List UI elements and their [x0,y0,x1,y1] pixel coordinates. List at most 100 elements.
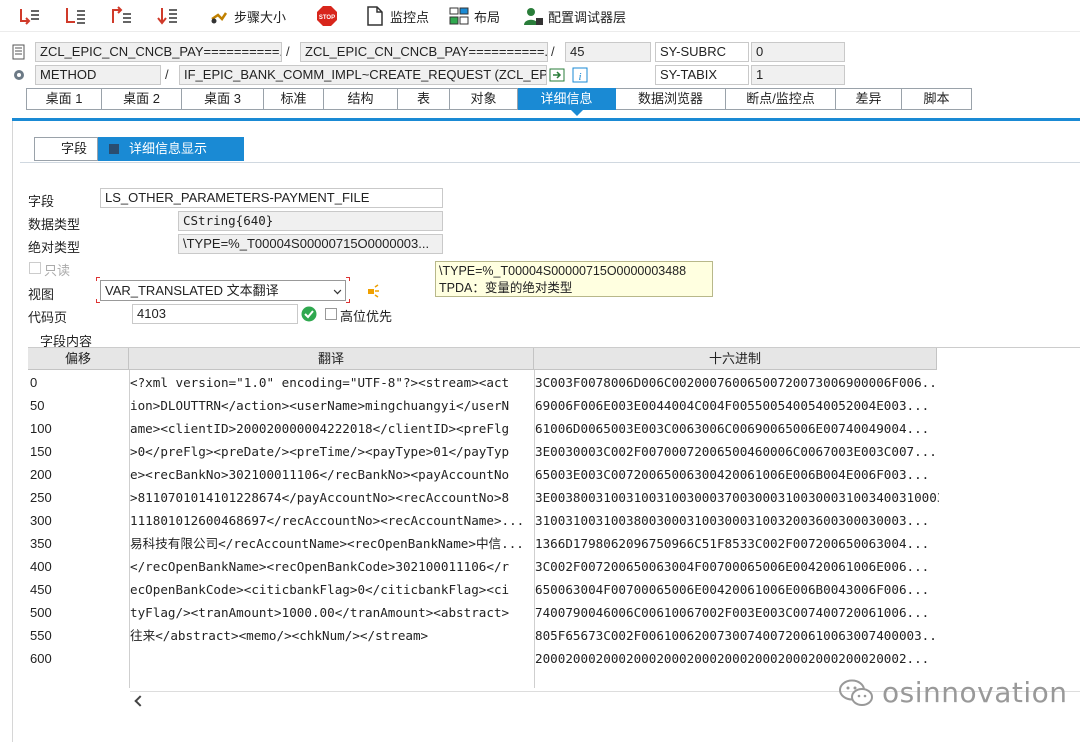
select-corner-mark [96,299,100,303]
tab-item[interactable]: 数据浏览器 [616,88,726,110]
tab-item[interactable]: 桌面 3 [182,88,264,110]
tab-item[interactable]: 详细信息 [518,88,616,110]
return-button[interactable] [110,3,132,29]
sysvar1-value-field[interactable]: 0 [751,42,845,62]
navigate-icon[interactable] [549,67,565,83]
translation-cell: 往来</abstract><memo/><chkNum/></stream> [130,628,429,643]
translation-cell: e><recBankNo>302100011106</recBankNo><pa… [130,467,510,482]
watchpoint-label: 监控点 [390,9,430,25]
translation-cell: 易科技有限公司</recAccountName><recOpenBankName… [130,536,524,551]
layout-button[interactable]: 布局 [448,3,500,29]
field-name-input[interactable]: LS_OTHER_PARAMETERS-PAYMENT_FILE [100,188,443,208]
line-number-field[interactable]: 45 [565,42,651,62]
hex-cell: 61006D0065003E003C0063006C00690065006E00… [535,421,930,436]
table-row[interactable]: 400 </recOpenBankName><recOpenBankCode>30… [28,555,1080,578]
chevron-left-icon[interactable] [134,695,146,707]
table-row[interactable]: 100 ame><clientID>200020000004222018</cli… [28,417,1080,440]
table-row[interactable]: 250 >8110701014101228674</payAccountNo><r… [28,486,1080,509]
watchpoint-button[interactable]: 监控点 [364,3,429,29]
program-field[interactable]: ZCL_EPIC_CN_CNCB_PAY==========... [35,42,282,62]
program-icon [12,44,25,60]
view-label: 视图 [28,287,55,302]
chevron-down-icon [333,286,342,295]
table-row[interactable]: 350 易科技有限公司</recAccountName><recOpenBankN… [28,532,1080,555]
event-type-field[interactable]: METHOD [35,65,161,85]
readonly-label: 只读 [44,263,71,278]
table-row[interactable]: 150 >0</preFlg><preDate/><preTime/><payTy… [28,440,1080,463]
translation-cell: >0</preFlg><preDate/><preTime/><payType>… [130,444,510,459]
tab-item[interactable]: 桌面 2 [102,88,182,110]
tab-item[interactable]: 表 [398,88,450,110]
tab-item[interactable]: 脚本 [902,88,972,110]
translation-cell: <?xml version="1.0" encoding="UTF-8"?><s… [130,375,510,390]
table-row[interactable]: 600 2000200020002000200020002000200020002… [28,647,1080,670]
view-select-value: VAR_TRANSLATED 文本翻译 [105,283,279,298]
check-icon[interactable] [301,306,317,322]
event-field[interactable]: IF_EPIC_BANK_COMM_IMPL~CREATE_REQUEST (Z… [179,65,547,85]
hex-cell: 3C002F007200650063004F00700065006E004200… [535,559,930,574]
readonly-checkbox[interactable] [29,262,41,274]
debugger-toolbar: 步骤大小 STOP 监控点 布局 配置调试器层 [0,0,1080,32]
hex-cell: 7400790046006C00610067002F003E003C007400… [535,605,930,620]
tab-item[interactable]: 差异 [836,88,902,110]
step-size-button[interactable]: 步骤大小 [208,3,286,29]
codepage-input[interactable]: 4103 [132,304,298,324]
detail-subtabs: 字段 详细信息显示 [34,137,244,161]
sysvar1-name-field[interactable]: SY-SUBRC [655,42,749,62]
config-layer-button[interactable]: 配置调试器层 [522,3,626,29]
column-header-offset[interactable]: 偏移 [28,348,129,370]
codepage-label: 代码页 [28,310,68,325]
gear-icon [14,70,24,80]
tab-item[interactable]: 桌面 1 [26,88,102,110]
view-select[interactable]: VAR_TRANSLATED 文本翻译 [100,280,346,301]
step-single-button[interactable] [18,3,40,29]
table-row[interactable]: 50 ion>DLOUTTRN</action><userName>mingchu… [28,394,1080,417]
offset-cell: 600 [30,651,52,666]
highbit-checkbox[interactable] [325,308,337,320]
sysvar2-name-field[interactable]: SY-TABIX [655,65,749,85]
stop-button[interactable]: STOP [316,3,338,29]
info-icon[interactable]: i [572,67,588,83]
event-separator: / [165,67,169,82]
table-row[interactable]: 300 111801012600468697</recAccountNo><rec… [28,509,1080,532]
column-header-hex[interactable]: 十六进制 [534,348,937,370]
return-icon [112,6,131,23]
offset-cell: 250 [30,490,52,505]
translation-cell: 111801012600468697</recAccountNo><recAcc… [130,513,525,528]
continue-icon [157,8,177,25]
step-over-button[interactable] [64,3,86,29]
tab-item[interactable]: 结构 [324,88,398,110]
active-tab-pointer [571,110,583,116]
datatype-field[interactable]: CString{640} [178,211,443,231]
table-row[interactable]: 450 ecOpenBankCode><citicbankFlag>0</citi… [28,578,1080,601]
subtab-field[interactable]: 字段 [34,137,98,161]
offset-cell: 300 [30,513,52,528]
tab-item[interactable]: 断点/监控点 [726,88,836,110]
hex-cell: 805F65673C002F00610062007300740072006100… [535,628,939,643]
abstype-tooltip: \TYPE=%_T00004S00000715O0000003488 TPDA：… [435,261,713,297]
table-row[interactable]: 500 tyFlag/><tranAmount>1000.00</tranAmou… [28,601,1080,624]
column-header-translation[interactable]: 翻译 [129,348,534,370]
subtab-detail[interactable]: 详细信息显示 [98,137,244,161]
highlight-icon[interactable] [364,283,380,299]
table-row[interactable]: 200 e><recBankNo>302100011106</recBankNo>… [28,463,1080,486]
tab-item[interactable]: 标准 [264,88,324,110]
abstype-field[interactable]: \TYPE=%_T00004S00000715O0000003... [178,234,443,254]
translation-cell: ion>DLOUTTRN</action><userName>mingchuan… [130,398,510,413]
continue-button[interactable] [156,3,178,29]
offset-cell: 400 [30,559,52,574]
step-size-icon [211,12,228,24]
offset-cell: 100 [30,421,52,436]
hex-cell: 2000200020002000200020002000200020002000… [535,651,930,666]
offset-cell: 150 [30,444,52,459]
translation-cell [130,647,532,670]
select-corner-mark [346,299,350,303]
field-label: 字段 [28,194,55,209]
include-field[interactable]: ZCL_EPIC_CN_CNCB_PAY==========... [300,42,548,62]
table-row[interactable]: 550 往来</abstract><memo/><chkNum/></stream… [28,624,1080,647]
sysvar2-value-field[interactable]: 1 [751,65,845,85]
select-corner-mark [96,277,100,281]
table-row[interactable]: 0 <?xml version="1.0" encoding="UTF-8"?><… [28,371,1080,394]
tab-item[interactable]: 对象 [450,88,518,110]
highbit-label: 高位优先 [340,309,393,324]
